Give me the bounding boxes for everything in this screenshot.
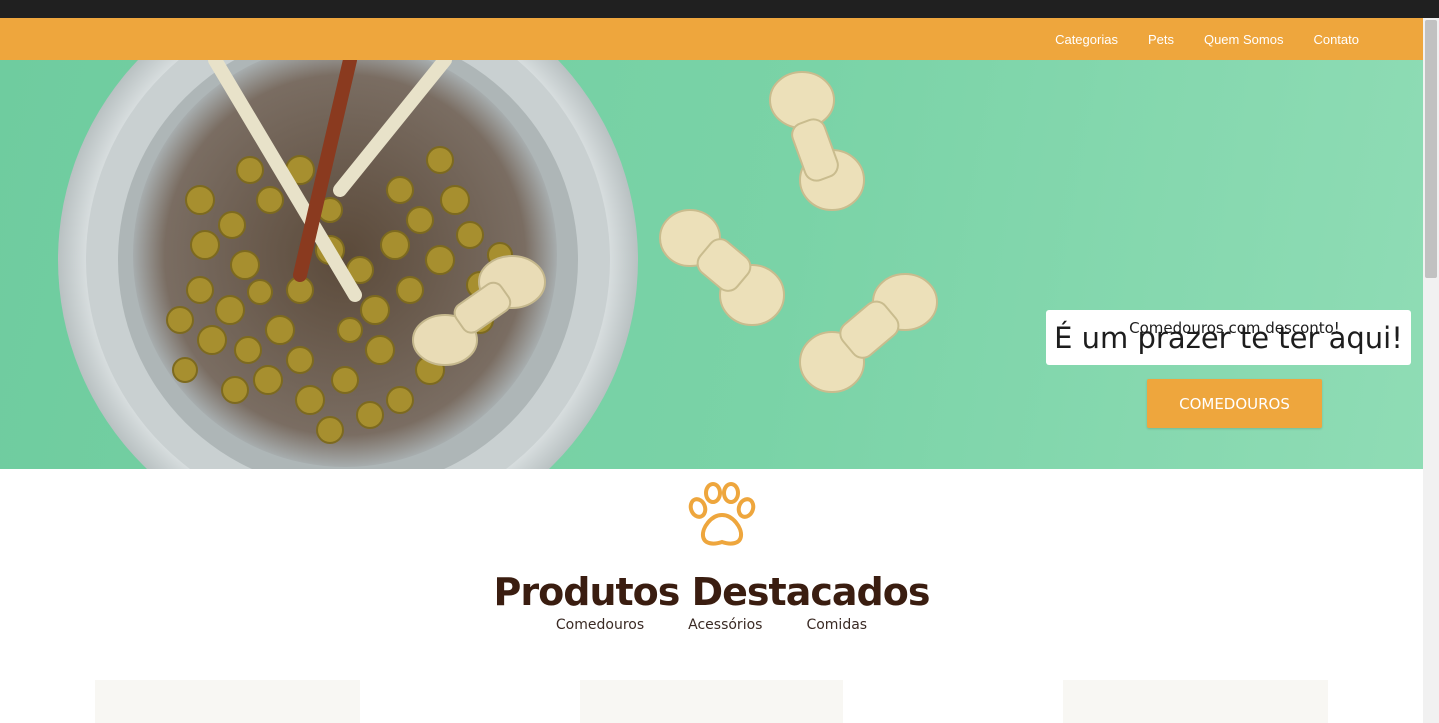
navbar: Categorias Pets Quem Somos Contato	[0, 18, 1423, 60]
filter-comedouros[interactable]: Comedouros	[556, 617, 644, 633]
nav-menu: Categorias Pets Quem Somos Contato	[1055, 18, 1359, 60]
browser-top-strip	[0, 0, 1439, 18]
nav-link-categorias[interactable]: Categorias	[1055, 32, 1118, 47]
hero-subtitle: Comedouros com desconto!	[1129, 319, 1340, 337]
product-card[interactable]	[580, 680, 843, 723]
nav-link-quem-somos[interactable]: Quem Somos	[1204, 32, 1283, 47]
product-filters: Comedouros Acessórios Comidas	[0, 617, 1423, 633]
nav-link-contato[interactable]: Contato	[1313, 32, 1359, 47]
comedouros-button[interactable]: COMEDOUROS	[1147, 379, 1322, 428]
filter-comidas[interactable]: Comidas	[806, 617, 867, 633]
scrollbar-thumb[interactable]	[1425, 20, 1437, 278]
product-card[interactable]	[1063, 680, 1328, 723]
paw-icon	[688, 482, 756, 546]
filter-acessorios[interactable]: Acessórios	[688, 617, 762, 633]
product-card[interactable]	[95, 680, 360, 723]
featured-title: Produtos Destacados	[493, 570, 931, 614]
nav-link-pets[interactable]: Pets	[1148, 32, 1174, 47]
